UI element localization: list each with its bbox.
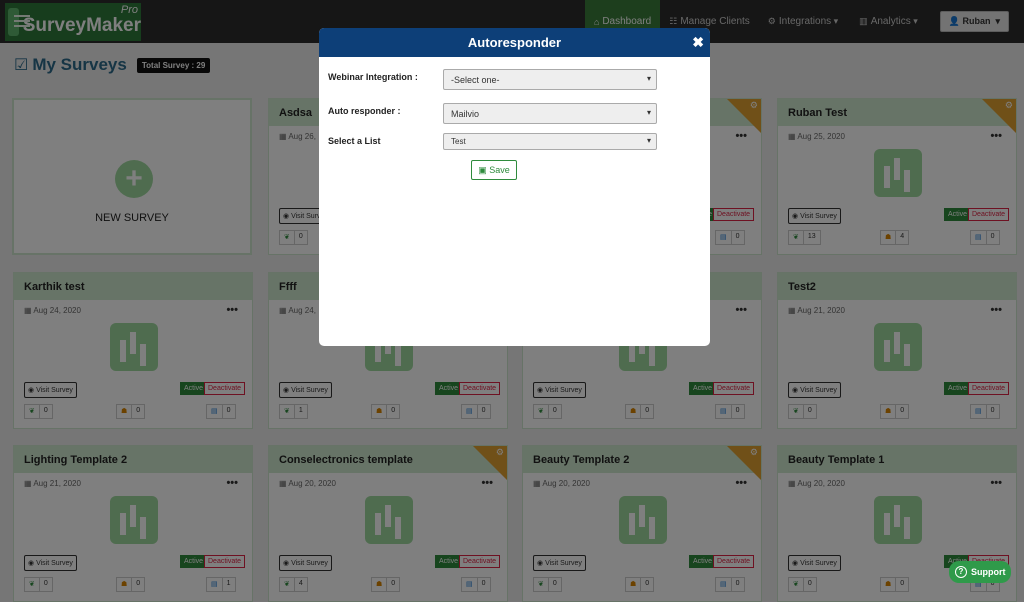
webinar-label: Webinar Integration : — [328, 72, 418, 82]
modal-header: Autoresponder ✖ — [319, 28, 710, 57]
autoresponder-label: Auto responder : — [328, 106, 401, 116]
save-label: Save — [489, 165, 510, 175]
chevron-down-icon: ▾ — [646, 136, 651, 145]
autoresponder-select-value: Mailvio — [451, 109, 480, 119]
floppy-disk-icon: ▣ — [478, 165, 490, 175]
chevron-down-icon: ▾ — [646, 74, 651, 83]
question-circle-icon: ? — [955, 566, 967, 578]
modal-title: Autoresponder — [467, 35, 562, 50]
close-icon[interactable]: ✖ — [692, 28, 704, 57]
autoresponder-modal: Autoresponder ✖ Webinar Integration : -S… — [319, 28, 710, 346]
webinar-select-value: -Select one- — [451, 75, 500, 85]
autoresponder-select[interactable]: Mailvio ▾ — [443, 103, 657, 124]
list-select[interactable]: Test ▾ — [443, 133, 657, 150]
save-button[interactable]: ▣ Save — [471, 160, 517, 180]
webinar-select[interactable]: -Select one- ▾ — [443, 69, 657, 90]
list-row: Select a List Test ▾ — [328, 133, 703, 155]
webinar-row: Webinar Integration : -Select one- ▾ — [328, 69, 703, 91]
support-label: Support — [971, 567, 1006, 577]
chevron-down-icon: ▾ — [646, 108, 651, 117]
list-select-value: Test — [451, 137, 466, 146]
list-label: Select a List — [328, 136, 381, 146]
autoresponder-row: Auto responder : Mailvio ▾ — [328, 103, 703, 125]
support-button[interactable]: ? Support — [949, 561, 1011, 583]
